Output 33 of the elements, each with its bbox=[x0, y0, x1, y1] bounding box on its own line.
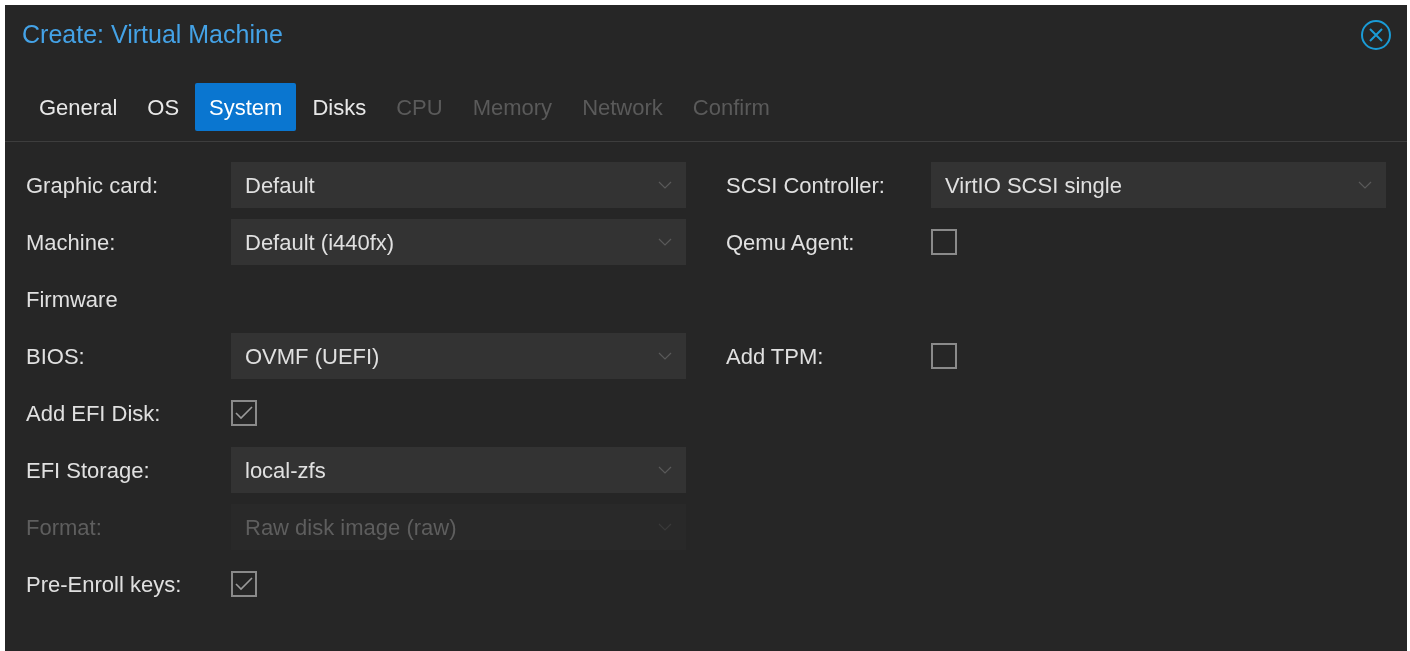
field-label: SCSI Controller: bbox=[726, 171, 886, 200]
chevron-down-icon bbox=[658, 466, 672, 474]
tab[interactable]: OS bbox=[133, 83, 194, 131]
dropdown-field[interactable]: Default bbox=[231, 162, 686, 208]
field-label: Machine: bbox=[26, 228, 117, 257]
field-label: Add EFI Disk: bbox=[26, 399, 162, 428]
field-label: BIOS: bbox=[26, 342, 86, 371]
field-label: Format: bbox=[26, 513, 103, 542]
checkmark-icon bbox=[235, 577, 253, 591]
close-button[interactable] bbox=[1359, 18, 1393, 52]
checkbox[interactable] bbox=[231, 400, 257, 426]
checkbox[interactable] bbox=[931, 343, 957, 369]
checkbox[interactable] bbox=[231, 571, 257, 597]
chevron-down-icon bbox=[658, 352, 672, 360]
field-label: EFI Storage: bbox=[26, 456, 151, 485]
dropdown-field[interactable]: local-zfs bbox=[231, 447, 686, 493]
chevron-down-icon bbox=[1358, 181, 1372, 189]
tab[interactable]: Disks bbox=[298, 83, 381, 131]
chevron-down-icon bbox=[658, 181, 672, 189]
field-label: Pre-Enroll keys: bbox=[26, 570, 183, 599]
section-heading: Firmware bbox=[26, 285, 118, 314]
tab[interactable]: System bbox=[195, 83, 297, 131]
dropdown-field[interactable]: OVMF (UEFI) bbox=[231, 333, 686, 379]
tab[interactable]: General bbox=[25, 83, 132, 131]
chevron-down-icon bbox=[658, 238, 672, 246]
dropdown-field[interactable]: Default (i440fx) bbox=[231, 219, 686, 265]
dropdown-field[interactable]: VirtIO SCSI single bbox=[931, 162, 1386, 208]
field-label: Add TPM: bbox=[726, 342, 825, 371]
field-label: Qemu Agent: bbox=[726, 228, 856, 257]
window-title: Create: Virtual Machine bbox=[22, 19, 283, 51]
field-label: Graphic card: bbox=[26, 171, 160, 200]
checkbox[interactable] bbox=[931, 229, 957, 255]
checkmark-icon bbox=[235, 406, 253, 420]
